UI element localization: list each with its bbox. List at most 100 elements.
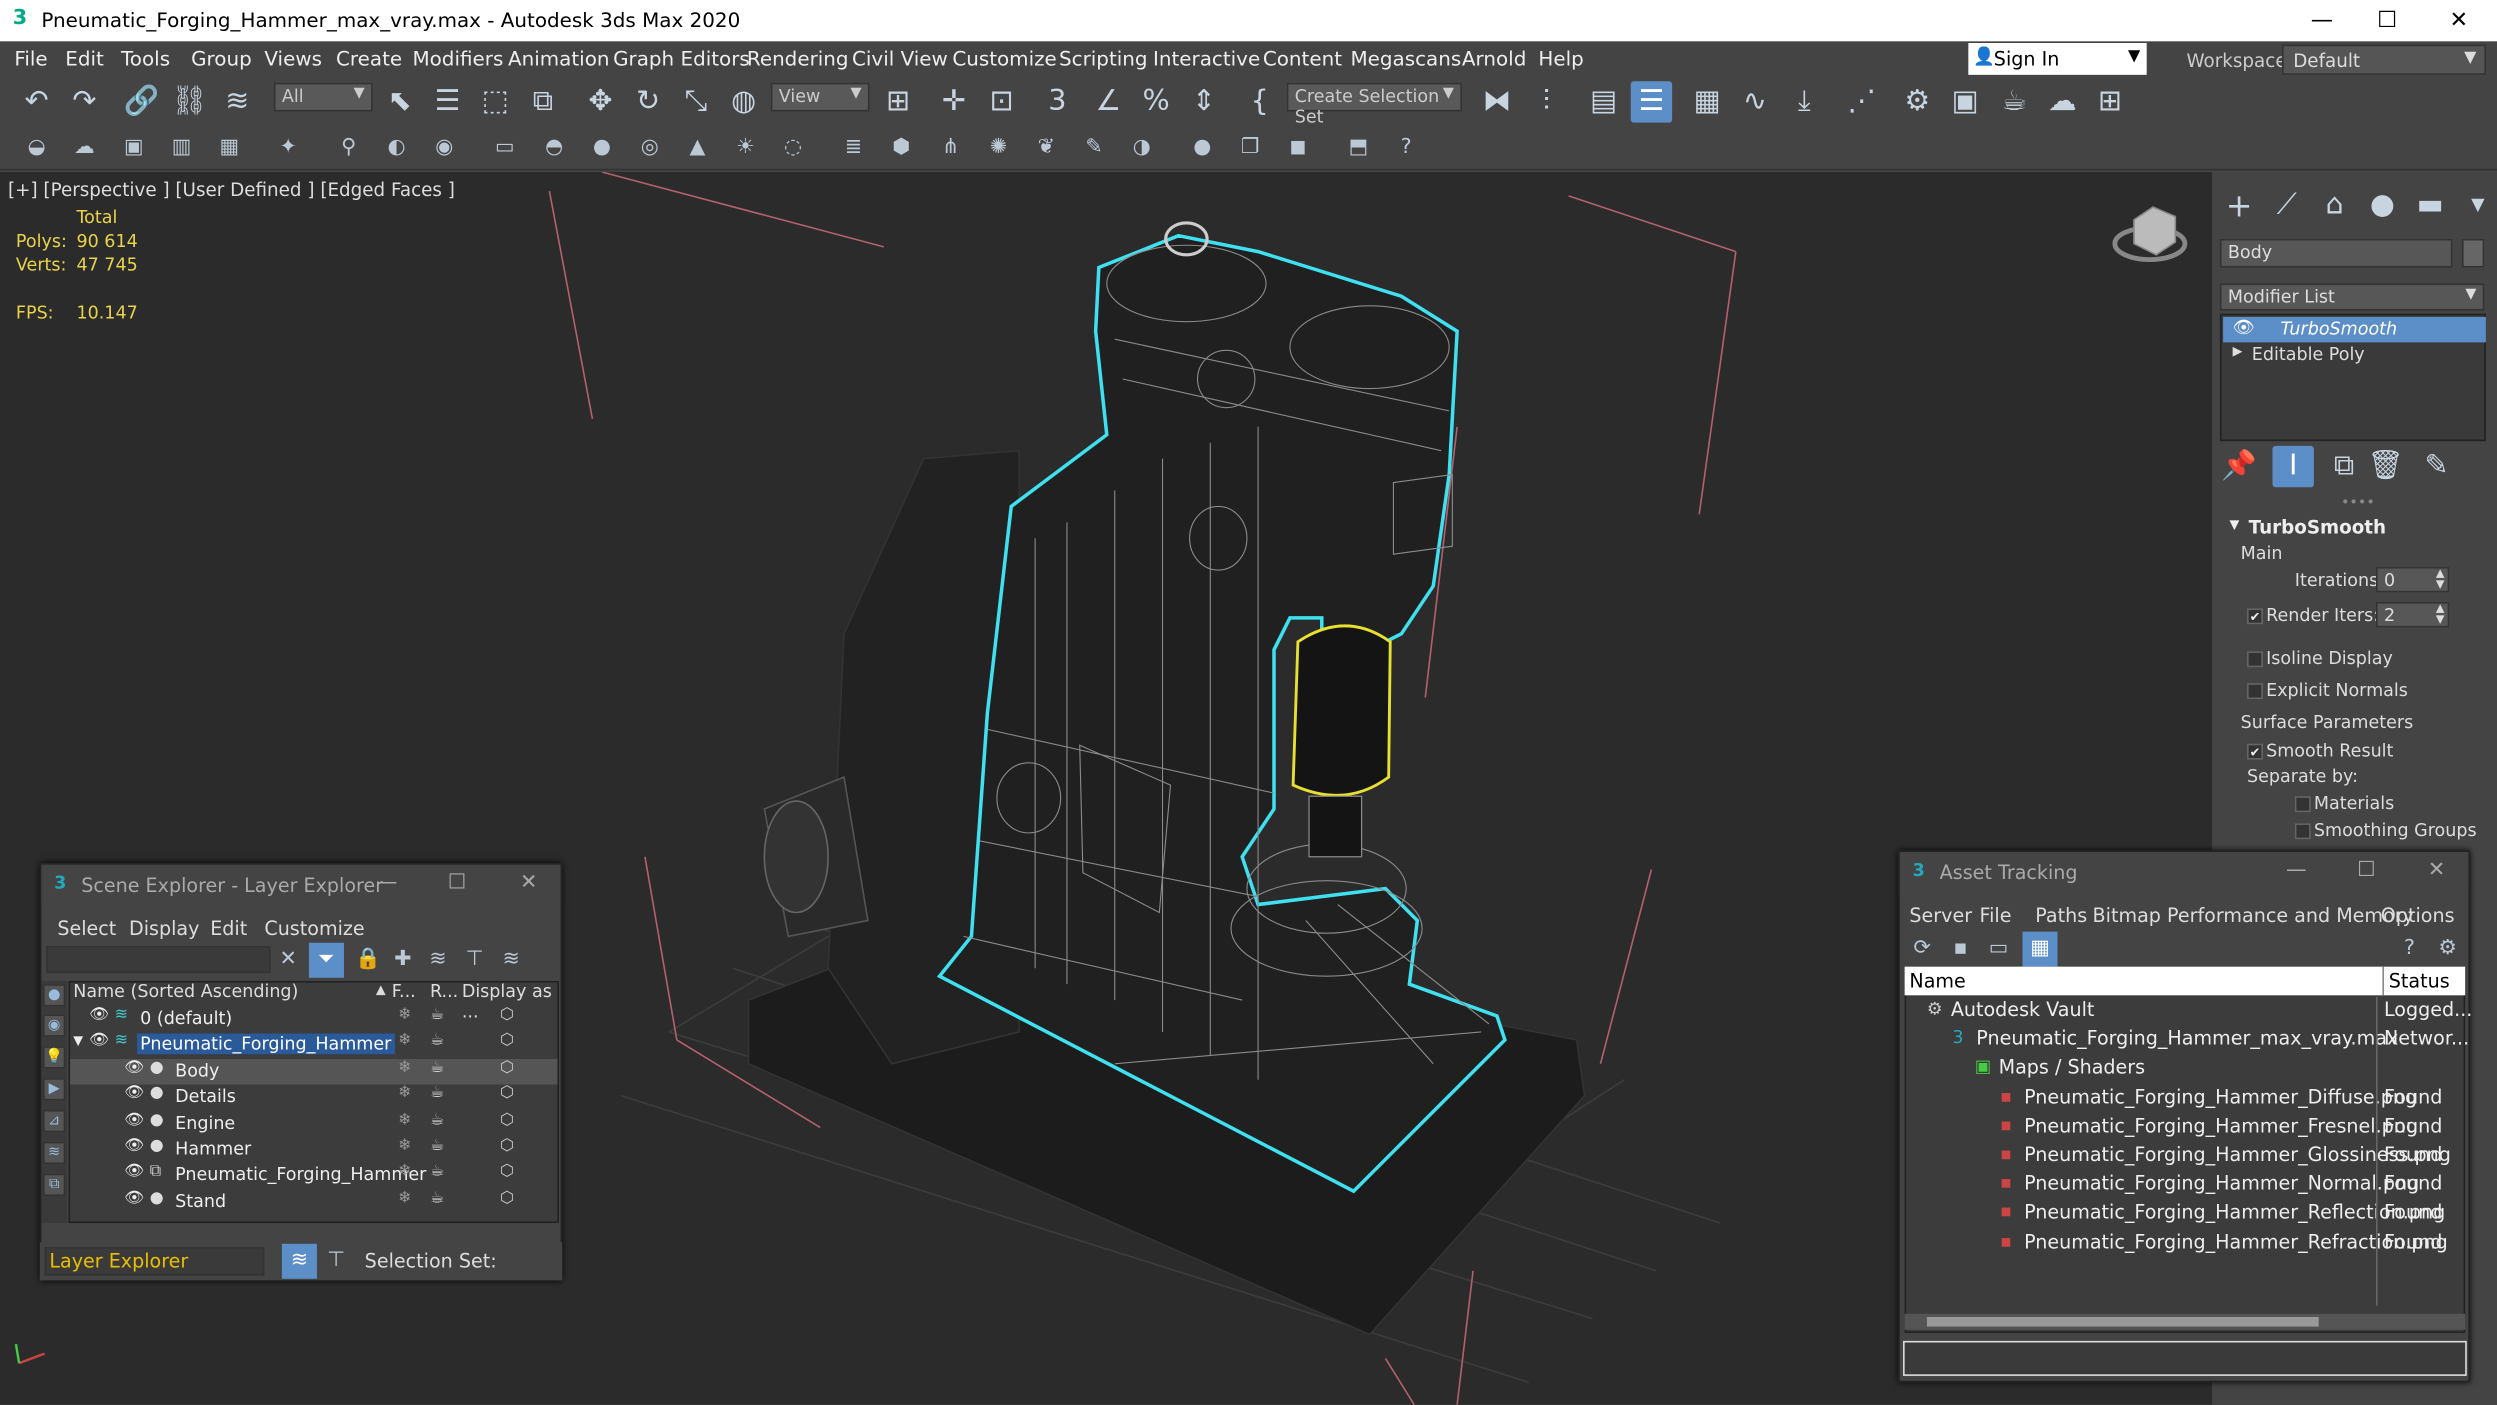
freeze-icon[interactable]: ❄ xyxy=(398,1006,411,1024)
sign-in-dropdown[interactable]: 👤 Sign In ▼ xyxy=(1968,42,2147,75)
isoline-display-checkbox[interactable] xyxy=(2247,651,2263,668)
menu-interactive[interactable]: Interactive xyxy=(1153,46,1260,70)
eye-icon[interactable]: 👁 xyxy=(124,1163,144,1181)
refresh-icon[interactable]: ⟳ xyxy=(1905,932,1940,967)
camera-icon[interactable]: ⚲ xyxy=(331,131,366,166)
select-by-name-icon[interactable]: ☰ xyxy=(427,81,468,122)
sphere-icon[interactable]: ● xyxy=(584,131,619,166)
display-tab-icon[interactable]: ▬ xyxy=(2409,185,2450,226)
eye-icon[interactable]: 👁 xyxy=(2233,317,2255,338)
freeze-icon[interactable]: ❄ xyxy=(398,1085,411,1103)
explorer-type-dropdown[interactable]: Layer Explorer xyxy=(44,1246,265,1276)
link-icon[interactable]: 🔗 xyxy=(121,81,162,122)
reference-coord-dropdown[interactable]: View ▼ xyxy=(770,82,870,112)
eye-icon[interactable]: 👁 xyxy=(124,1085,144,1103)
display-none-icon[interactable]: ● xyxy=(42,984,66,1007)
render-production-icon[interactable]: ☕ xyxy=(1994,81,2035,122)
menu-customize[interactable]: Customize xyxy=(952,46,1057,70)
expand-arrow-icon[interactable]: ▶ xyxy=(2233,344,2243,358)
workspaces-dropdown[interactable]: Default ▼ xyxy=(2282,44,2486,75)
menu-rendering[interactable]: Rendering xyxy=(747,46,849,70)
display-all-icon[interactable]: ◉ xyxy=(42,1014,66,1037)
renderable-icon[interactable]: ☕ xyxy=(430,1189,444,1207)
new-layer-icon[interactable]: ✚ xyxy=(385,943,420,978)
display-as-box-icon[interactable]: ⬡ xyxy=(500,1163,514,1181)
spinner-arrows-icon[interactable]: ▲ ▼ xyxy=(2436,603,2445,626)
col-display-header[interactable]: Display as ... xyxy=(462,981,558,1022)
scatter-icon[interactable]: ⋔ xyxy=(933,131,968,166)
display-cameras-icon[interactable]: ▶ xyxy=(42,1078,66,1101)
toggle-layer-explorer-icon[interactable]: ☰ xyxy=(1630,81,1673,123)
display-lights-icon[interactable]: 💡 xyxy=(42,1046,66,1069)
se-menu-select[interactable]: Select xyxy=(57,917,116,939)
se-menu-edit[interactable]: Edit xyxy=(210,917,247,939)
menu-animation[interactable]: Animation xyxy=(508,46,609,70)
asset-row[interactable]: ▣ Maps / Shaders xyxy=(1905,1055,2466,1084)
turbosmooth-rollout-header[interactable]: ▼ TurboSmooth xyxy=(2226,516,2468,538)
at-menu-server[interactable]: Server xyxy=(1909,905,1972,927)
edit-named-selection-icon[interactable]: { xyxy=(1239,81,1280,122)
eye-icon[interactable]: 👁 xyxy=(124,1059,144,1077)
menu-file[interactable]: File xyxy=(14,46,47,70)
display-as-box-icon[interactable]: ⬡ xyxy=(500,1085,514,1103)
mirror-icon[interactable]: ⧓ xyxy=(1476,81,1517,122)
help-icon[interactable]: ? xyxy=(2392,932,2427,967)
renderable-icon[interactable]: ☕ xyxy=(430,1163,444,1181)
help-icon[interactable]: ? xyxy=(1389,131,1424,166)
se-menu-customize[interactable]: Customize xyxy=(264,917,364,939)
configure-modifier-sets-icon[interactable]: ✎ xyxy=(2416,446,2457,487)
menu-views[interactable]: Views xyxy=(264,46,322,70)
minimize-button[interactable]: — xyxy=(369,871,404,900)
detail-view-icon[interactable]: ▭ xyxy=(1981,932,2016,967)
display-spacewarps-icon[interactable]: ≋ xyxy=(42,1141,66,1165)
col-name-header[interactable]: Name (Sorted Ascending) ▲ xyxy=(73,981,392,1006)
bind-spacewarp-icon[interactable]: ≋ xyxy=(217,81,258,122)
plant-icon[interactable]: ❦ xyxy=(1029,131,1064,166)
col-name-header[interactable]: Name xyxy=(1909,970,1965,992)
pin-stack-icon[interactable]: 📌 xyxy=(2218,446,2259,487)
dome-icon[interactable]: ◓ xyxy=(537,131,572,166)
light-icon[interactable]: ✦ xyxy=(271,131,306,166)
hierarchy-tab-icon[interactable]: ⌂ xyxy=(2314,185,2355,226)
renderable-icon[interactable]: ☕ xyxy=(430,1006,444,1024)
window-crossing-icon[interactable]: ⧉ xyxy=(522,81,563,122)
plane-icon[interactable]: ▭ xyxy=(487,131,522,166)
layers-icon[interactable]: ≋ xyxy=(494,943,529,978)
asset-row[interactable]: ▪ Pneumatic_Forging_Hammer_Refraction.png… xyxy=(1905,1229,2466,1258)
se-row[interactable]: ▼ 👁 ≋ Pneumatic_Forging_Hammer ❄ ☕ ⬡ xyxy=(70,1033,557,1058)
display-as-box-icon[interactable]: ⬡ xyxy=(500,1111,514,1129)
menu-megascans[interactable]: Megascans xyxy=(1350,46,1461,70)
globe-icon[interactable]: ● xyxy=(1185,131,1220,166)
spinner-snap-icon[interactable]: ⇕ xyxy=(1183,81,1224,122)
export-icon[interactable]: ⬒ xyxy=(1341,131,1376,166)
sort-by-layer-icon[interactable]: ≋ xyxy=(281,1243,317,1279)
se-row[interactable]: 👁 ● Engine ❄ ☕ ⬡ xyxy=(70,1111,557,1136)
cloud-icon[interactable]: ☁ xyxy=(67,131,102,166)
toggle-ribbon-icon[interactable]: ▦ xyxy=(1686,81,1727,122)
display-as-box-icon[interactable]: ⬡ xyxy=(500,1137,514,1155)
explicit-normals-checkbox[interactable] xyxy=(2247,683,2263,700)
menu-help[interactable]: Help xyxy=(1538,46,1583,70)
proxy-icon[interactable]: ◉ xyxy=(427,131,462,166)
fur-icon[interactable]: ≣ xyxy=(836,131,871,166)
freeze-icon[interactable]: ❄ xyxy=(398,1189,411,1207)
col-freeze-header[interactable]: F... xyxy=(392,981,416,1006)
render-presets-icon[interactable]: ⊞ xyxy=(2089,81,2130,122)
sort-by-hierarchy-icon[interactable]: ⊤ xyxy=(319,1244,354,1279)
eye-icon[interactable]: 👁 xyxy=(124,1111,144,1129)
menu-content[interactable]: Content xyxy=(1263,46,1342,70)
maximize-button[interactable]: ☐ xyxy=(2363,5,2411,37)
asset-row[interactable]: ⚙ Autodesk Vault Logged... xyxy=(1905,997,2472,1026)
list-view-icon[interactable]: ▪ xyxy=(1943,932,1978,967)
grid-icon[interactable]: ▦ xyxy=(212,131,247,166)
maximize-button[interactable]: ☐ xyxy=(440,871,475,900)
column-divider[interactable] xyxy=(2382,966,2384,996)
panel-icon[interactable]: ▥ xyxy=(164,131,199,166)
make-current-icon[interactable]: ⊤ xyxy=(457,943,492,978)
curve-editor-icon[interactable]: ∿ xyxy=(1734,81,1775,122)
renderable-icon[interactable]: ☕ xyxy=(430,1059,444,1077)
display-as-box-icon[interactable]: ⬡ xyxy=(500,1059,514,1077)
renderable-icon[interactable]: ☕ xyxy=(430,1033,444,1051)
sphere-light-icon[interactable]: ◐ xyxy=(379,131,414,166)
undo-icon[interactable]: ↶ xyxy=(16,81,57,122)
